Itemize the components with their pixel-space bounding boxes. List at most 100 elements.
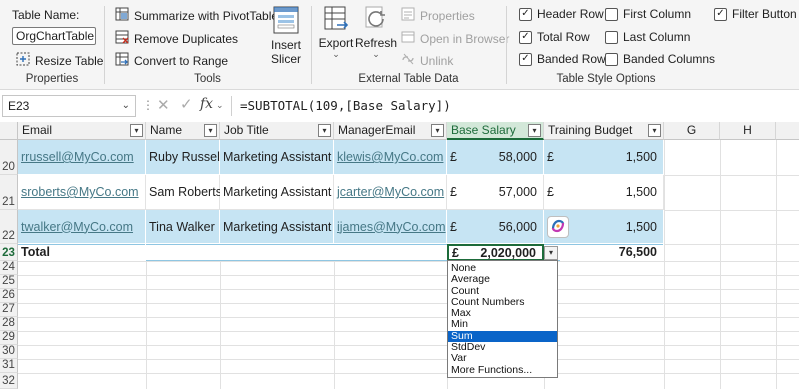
formula-input[interactable]: =SUBTOTAL(109,[Base Salary]) bbox=[240, 95, 451, 117]
resize-table-label: Resize Table bbox=[35, 53, 104, 68]
cell-job-title[interactable]: Marketing Assistant bbox=[220, 175, 334, 210]
row-number[interactable]: 29 bbox=[0, 331, 18, 345]
refresh-label: Refresh bbox=[354, 36, 398, 50]
currency-symbol: £ bbox=[452, 245, 459, 260]
column-header-h[interactable]: H bbox=[720, 122, 776, 140]
row-number[interactable]: 23 bbox=[0, 244, 18, 261]
insert-function-icon[interactable]: fx bbox=[200, 96, 213, 112]
formula-bar-divider bbox=[231, 96, 232, 116]
cell-job-title[interactable]: Marketing Assistant bbox=[220, 140, 334, 175]
row-number[interactable]: 28 bbox=[0, 317, 18, 331]
total-function-dropdown[interactable]: ▾ bbox=[544, 246, 558, 260]
name-box[interactable]: E23 ⌄ bbox=[2, 95, 136, 117]
function-option-var[interactable]: Var bbox=[448, 353, 557, 365]
column-header-g[interactable]: G bbox=[664, 122, 720, 140]
export-button[interactable]: Export ⌄ bbox=[319, 5, 353, 59]
gridline bbox=[146, 261, 147, 389]
summarize-pivot-button[interactable]: Summarize with PivotTable bbox=[115, 7, 278, 24]
copilot-button[interactable] bbox=[547, 216, 569, 238]
cell-name[interactable]: Tina Walker bbox=[146, 210, 220, 244]
budget-value: 1,500 bbox=[625, 219, 657, 234]
table-name-input[interactable] bbox=[12, 27, 96, 45]
formula-bar: E23 ⌄ ⋮ ✕ ✓ fx ⌄ =SUBTOTAL(109,[Base Sal… bbox=[0, 92, 799, 120]
cell-email[interactable]: twalker@MyCo.com bbox=[18, 210, 146, 244]
resize-table-button[interactable]: Resize Table bbox=[16, 52, 103, 69]
total-salary-value: 2,020,000 bbox=[480, 245, 536, 260]
total-row-checkbox[interactable]: ✓ Total Row bbox=[519, 30, 590, 44]
row-number[interactable]: 24 bbox=[0, 261, 18, 275]
total-budget-value: 76,500 bbox=[618, 245, 657, 259]
gridline bbox=[720, 140, 721, 389]
cell-training-budget[interactable]: £1,500 bbox=[544, 140, 664, 175]
select-all-corner[interactable] bbox=[0, 122, 18, 140]
filter-dropdown-icon[interactable]: ▾ bbox=[528, 124, 541, 137]
cell-total-label[interactable]: Total bbox=[18, 244, 146, 261]
header-base-salary[interactable]: Base Salary ▾ bbox=[447, 122, 544, 140]
refresh-button[interactable]: Refresh ⌄ bbox=[354, 5, 398, 59]
first-column-checkbox[interactable]: First Column bbox=[605, 7, 691, 21]
filter-dropdown-icon[interactable]: ▾ bbox=[431, 124, 444, 137]
header-job-title[interactable]: Job Title ▾ bbox=[220, 122, 334, 140]
cell-name[interactable]: Ruby Russell bbox=[146, 140, 223, 175]
header-manager-email[interactable]: ManagerEmail ▾ bbox=[334, 122, 447, 140]
enter-check-icon[interactable]: ✓ bbox=[180, 95, 193, 113]
banded-columns-label: Banded Columns bbox=[623, 52, 716, 66]
cell-manager-email[interactable]: klewis@MyCo.com bbox=[334, 140, 447, 175]
cell-email[interactable]: sroberts@MyCo.com bbox=[18, 175, 146, 210]
cell-email[interactable]: rrussell@MyCo.com bbox=[18, 140, 146, 175]
header-job-title-label: Job Title bbox=[224, 123, 269, 137]
column-header-i[interactable] bbox=[776, 122, 799, 140]
cell-name[interactable]: Sam Roberts bbox=[146, 175, 222, 210]
remove-duplicates-button[interactable]: Remove Duplicates bbox=[115, 30, 238, 47]
cell-total-budget[interactable]: 76,500 bbox=[560, 244, 664, 261]
remove-duplicates-label: Remove Duplicates bbox=[134, 31, 239, 46]
function-option-average[interactable]: Average bbox=[448, 273, 557, 285]
row-number[interactable]: 26 bbox=[0, 289, 18, 303]
cancel-icon[interactable]: ✕ bbox=[157, 96, 170, 114]
cell-base-salary[interactable]: £58,000 bbox=[447, 140, 544, 175]
function-option-more[interactable]: More Functions... bbox=[448, 364, 557, 376]
more-options-icon[interactable]: ⋮ bbox=[142, 98, 154, 112]
cell-base-salary[interactable]: £56,000 bbox=[447, 210, 544, 244]
row-number[interactable]: 31 bbox=[0, 359, 18, 373]
insert-slicer-button[interactable]: Insert Slicer bbox=[266, 5, 306, 66]
header-email-label: Email bbox=[22, 123, 53, 137]
banded-rows-checkbox[interactable]: ✓ Banded Rows bbox=[519, 52, 612, 66]
row-number[interactable]: 27 bbox=[0, 303, 18, 317]
properties-button[interactable]: Properties bbox=[401, 7, 475, 24]
row-number[interactable]: 30 bbox=[0, 345, 18, 359]
unlink-label: Unlink bbox=[420, 53, 454, 68]
row-number[interactable]: 21 bbox=[0, 175, 18, 210]
cell-total-salary-selected[interactable]: £2,020,000 bbox=[447, 244, 544, 261]
filter-dropdown-icon[interactable]: ▾ bbox=[318, 124, 331, 137]
currency-symbol: £ bbox=[450, 219, 457, 234]
row-number[interactable]: 20 bbox=[0, 140, 18, 175]
filter-dropdown-icon[interactable]: ▾ bbox=[204, 124, 217, 137]
cell-manager-email[interactable]: jcarter@MyCo.com bbox=[334, 175, 447, 210]
header-email[interactable]: Email ▾ bbox=[18, 122, 146, 140]
header-training-budget[interactable]: Training Budget ▾ bbox=[544, 122, 664, 140]
row-number[interactable]: 25 bbox=[0, 275, 18, 289]
chevron-down-icon: ⌄ bbox=[372, 49, 380, 59]
checkbox-checked-icon: ✓ bbox=[519, 30, 532, 44]
last-column-checkbox[interactable]: Last Column bbox=[605, 30, 690, 44]
chevron-down-icon[interactable]: ⌄ bbox=[216, 100, 224, 111]
salary-value: 58,000 bbox=[498, 150, 537, 164]
banded-columns-checkbox[interactable]: Banded Columns bbox=[605, 52, 715, 66]
row-number[interactable]: 22 bbox=[0, 210, 18, 244]
filter-dropdown-icon[interactable]: ▾ bbox=[130, 124, 143, 137]
header-name[interactable]: Name ▾ bbox=[146, 122, 220, 140]
external-group-label: External Table Data bbox=[358, 73, 459, 85]
cell-job-title[interactable]: Marketing Assistant bbox=[220, 210, 334, 244]
convert-to-range-button[interactable]: Convert to Range bbox=[115, 52, 228, 69]
unlink-button[interactable]: Unlink bbox=[401, 52, 453, 69]
row-number[interactable]: 32 bbox=[0, 373, 18, 389]
open-in-browser-button[interactable]: Open in Browser bbox=[401, 30, 509, 47]
filter-dropdown-icon[interactable]: ▾ bbox=[648, 124, 661, 137]
header-row-checkbox[interactable]: ✓ Header Row bbox=[519, 7, 604, 21]
cell-manager-email[interactable]: ijames@MyCo.com bbox=[334, 210, 447, 244]
cell-training-budget[interactable]: £1,500 bbox=[544, 175, 664, 210]
resize-table-icon bbox=[16, 52, 30, 69]
cell-base-salary[interactable]: £57,000 bbox=[447, 175, 544, 210]
filter-button-checkbox[interactable]: ✓ Filter Button bbox=[714, 7, 797, 21]
